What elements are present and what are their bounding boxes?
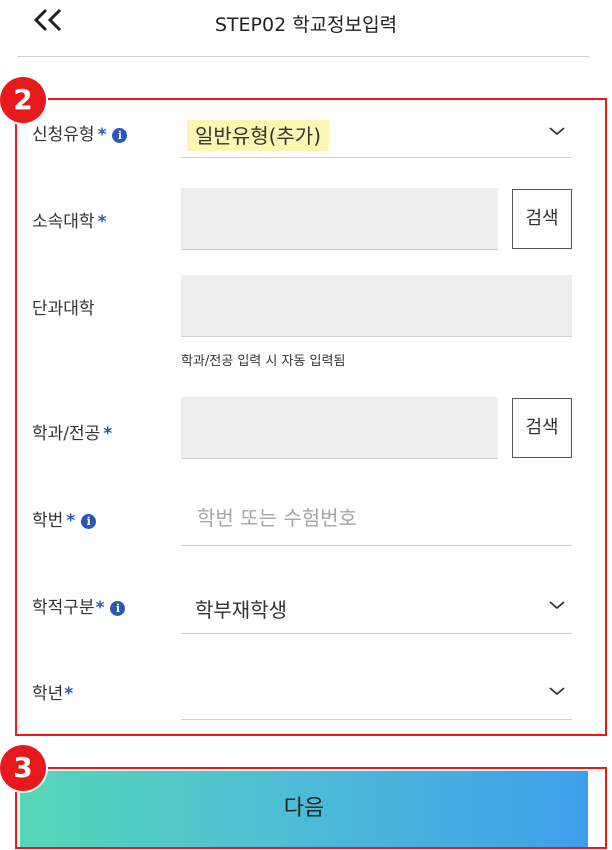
enrollment-status-label: 학적구분* i xyxy=(32,593,126,618)
application-type-value: 일반유형(추가) xyxy=(187,120,330,151)
chevron-down-icon xyxy=(549,601,565,610)
info-icon[interactable]: i xyxy=(110,601,126,616)
department-label-text: 학과/전공 xyxy=(32,424,101,444)
university-search-button[interactable]: 검색 xyxy=(512,189,572,249)
student-id-label-text: 학번 xyxy=(32,511,64,531)
page-title: STEP02 학교정보입력 xyxy=(214,14,398,36)
application-type-label: 신청유형 * i xyxy=(32,120,128,145)
university-input[interactable] xyxy=(181,188,498,250)
required-mark: * xyxy=(103,424,113,444)
department-input[interactable] xyxy=(181,397,498,459)
step-badge-3: 3 xyxy=(0,745,46,791)
student-id-label: 학번 * i xyxy=(32,506,97,531)
required-mark: * xyxy=(97,212,107,232)
required-mark: * xyxy=(66,511,76,531)
step-badge-2: 2 xyxy=(0,77,46,123)
grade-label: 학년* xyxy=(32,679,73,704)
chevron-down-icon xyxy=(549,127,565,136)
department-search-button[interactable]: 검색 xyxy=(512,398,572,458)
enrollment-status-label-text: 학적구분 xyxy=(32,598,95,618)
department-label: 학과/전공 * xyxy=(32,419,112,444)
application-type-label-text: 신청유형 xyxy=(32,125,95,145)
header-divider xyxy=(17,56,589,57)
next-button[interactable]: 다음 xyxy=(20,771,588,847)
enrollment-status-select[interactable]: 학부재학생 xyxy=(181,584,572,634)
application-type-select[interactable]: 일반유형(추가) xyxy=(181,112,572,158)
grade-select[interactable] xyxy=(181,670,572,720)
college-hint: 학과/전공 입력 시 자동 입력됨 xyxy=(181,354,346,369)
university-label: 소속대학 * xyxy=(32,207,106,232)
university-label-text: 소속대학 xyxy=(32,212,95,232)
student-id-input[interactable] xyxy=(181,490,572,545)
grade-label-text: 학년 xyxy=(32,684,64,704)
required-mark: * xyxy=(97,125,107,145)
enrollment-status-value: 학부재학생 xyxy=(195,598,287,622)
required-mark: * xyxy=(95,598,105,618)
info-icon[interactable]: i xyxy=(112,128,128,143)
header: STEP02 학교정보입력 xyxy=(0,0,612,56)
college-label: 단과대학 xyxy=(32,299,95,319)
college-input xyxy=(181,275,572,337)
chevron-down-icon xyxy=(549,687,565,696)
info-icon[interactable]: i xyxy=(81,514,97,529)
student-id-field xyxy=(181,490,572,546)
required-mark: * xyxy=(64,684,74,704)
